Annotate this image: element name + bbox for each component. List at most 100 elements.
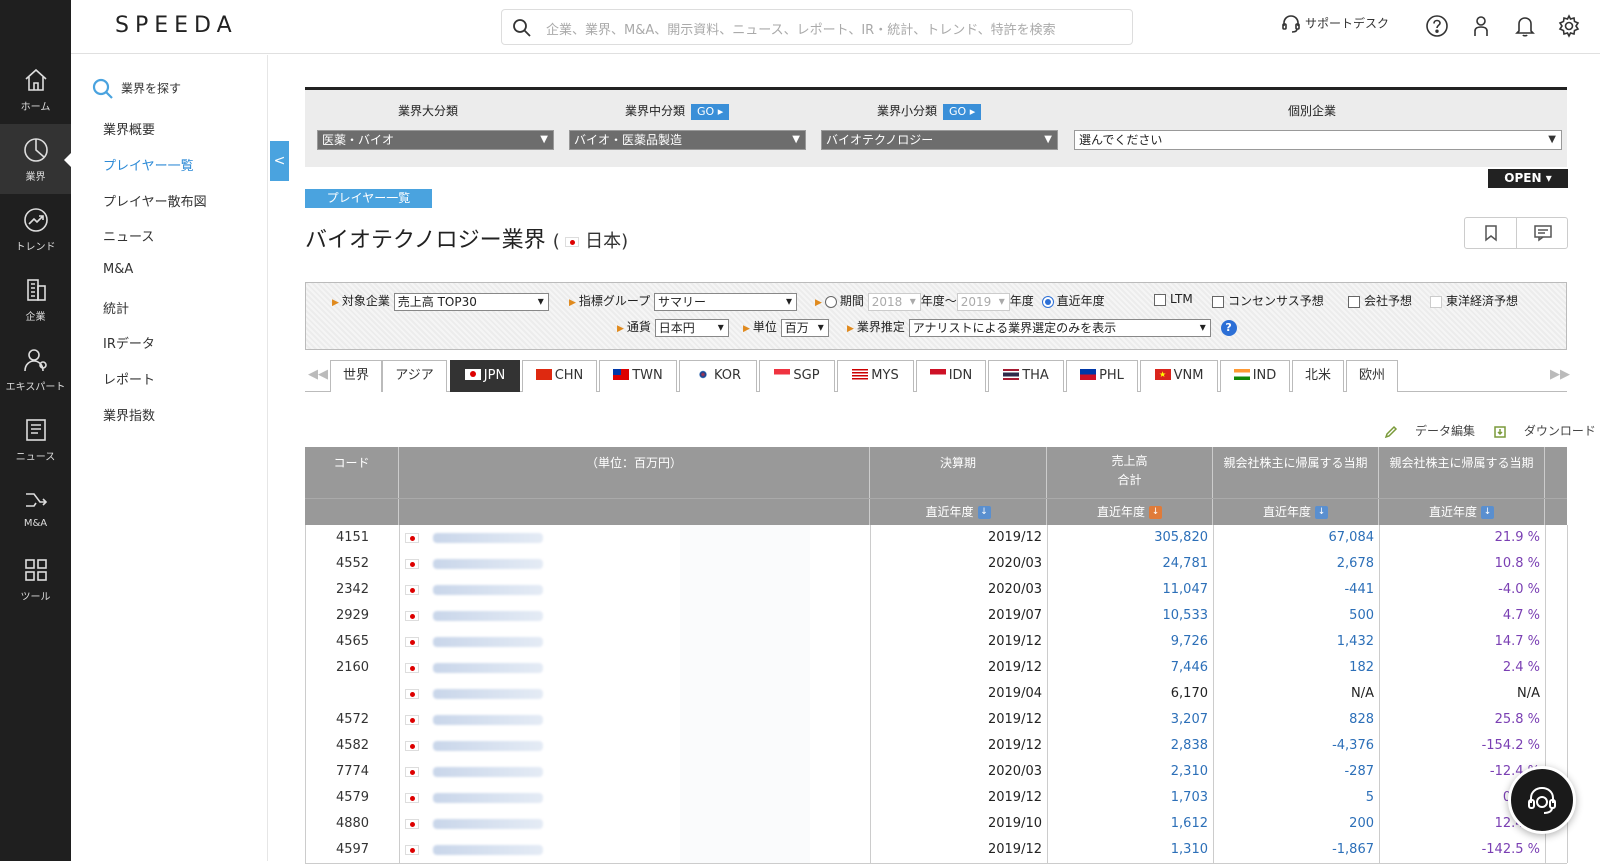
redacted-company-name[interactable] xyxy=(433,636,543,647)
cell-margin[interactable]: 4.7 % xyxy=(1380,603,1546,629)
subnav-item-stats[interactable]: 統計 xyxy=(103,298,129,317)
tab-vnm[interactable]: ★ VNM xyxy=(1140,360,1218,392)
cell-company-name[interactable] xyxy=(400,707,871,733)
table-row[interactable]: 48802019/101,61220012.4 % xyxy=(305,811,1568,838)
table-row[interactable]: 2019/04 6,170 N/A N/A xyxy=(305,681,1568,708)
cell-margin[interactable]: 14.7 % xyxy=(1380,629,1546,655)
cell-net-income[interactable]: -1,867 xyxy=(1214,837,1380,863)
table-row[interactable]: 45792019/121,70350.3 % xyxy=(305,785,1568,812)
cell-sales[interactable]: 6,170 xyxy=(1048,681,1214,707)
cell-margin[interactable]: -4.0 % xyxy=(1380,577,1546,603)
recent-year-radio[interactable] xyxy=(1041,295,1054,308)
subnav-item-ir[interactable]: IRデータ xyxy=(103,333,155,352)
estimate-select[interactable]: アナリストによる業界選定のみを表示 xyxy=(908,318,1211,337)
cell-margin[interactable]: 2.4 % xyxy=(1380,655,1546,681)
cell-sales[interactable]: 24,781 xyxy=(1048,551,1214,577)
cell-sales[interactable]: 1,310 xyxy=(1048,837,1214,863)
redacted-company-name[interactable] xyxy=(433,610,543,621)
cell-net-income[interactable]: 182 xyxy=(1214,655,1380,681)
tab-europe[interactable]: 欧州 xyxy=(1346,360,1398,392)
cell-net-income[interactable]: 828 xyxy=(1214,707,1380,733)
tabs-next-icon[interactable]: ▶▶ xyxy=(1550,367,1570,382)
year-from-select[interactable]: 2018 xyxy=(867,292,921,311)
subnav-item-news[interactable]: ニュース xyxy=(103,226,154,245)
help-icon[interactable] xyxy=(1425,14,1449,38)
cell-sales[interactable]: 3,207 xyxy=(1048,707,1214,733)
rail-item-ma[interactable]: M&A xyxy=(0,474,71,544)
subheader-margin[interactable]: 直近年度 ↓ xyxy=(1379,499,1545,526)
cell-sales[interactable]: 11,047 xyxy=(1048,577,1214,603)
cell-company-name[interactable] xyxy=(400,629,871,655)
cell-company-name[interactable] xyxy=(400,603,871,629)
cell-sales[interactable]: 1,703 xyxy=(1048,785,1214,811)
redacted-company-name[interactable] xyxy=(433,792,543,803)
redacted-company-name[interactable] xyxy=(433,558,543,569)
cell-margin[interactable]: -142.5 % xyxy=(1380,837,1546,863)
company-select[interactable]: 選んでください ▼ xyxy=(1074,130,1562,150)
cell-company-name[interactable] xyxy=(400,837,871,863)
tab-twn[interactable]: TWN xyxy=(599,360,677,392)
cell-sales[interactable]: 1,612 xyxy=(1048,811,1214,837)
cell-net-income[interactable]: -4,376 xyxy=(1214,733,1380,759)
rail-item-company[interactable]: 企業 xyxy=(0,264,71,334)
redacted-company-name[interactable] xyxy=(433,714,543,725)
major-category-select[interactable]: 医薬・バイオ ▼ xyxy=(317,130,554,150)
table-row[interactable]: 2342 2020/03 11,047 -441 -4.0 % xyxy=(305,577,1568,604)
rail-item-industry[interactable]: 業界 xyxy=(0,124,72,194)
tab-kor[interactable]: KOR xyxy=(679,360,757,392)
tab-north-america[interactable]: 北米 xyxy=(1292,360,1344,392)
redacted-company-name[interactable] xyxy=(433,584,543,595)
cell-sales[interactable]: 10,533 xyxy=(1048,603,1214,629)
cell-sales[interactable]: 9,726 xyxy=(1048,629,1214,655)
support-desk-link[interactable]: サポートデスク xyxy=(1281,14,1389,34)
cell-company-name[interactable] xyxy=(400,551,871,577)
cell-margin[interactable]: 25.8 % xyxy=(1380,707,1546,733)
cell-net-income[interactable]: 1,432 xyxy=(1214,629,1380,655)
rail-item-tools[interactable]: ツール xyxy=(0,544,71,614)
gear-icon[interactable] xyxy=(1557,14,1581,38)
cell-company-name[interactable] xyxy=(400,811,871,837)
sort-down-icon[interactable]: ↓ xyxy=(1315,506,1328,519)
table-row[interactable]: 4597 2019/12 1,310 -1,867 -142.5 % xyxy=(305,837,1568,864)
company-forecast-checkbox[interactable] xyxy=(1348,295,1360,308)
tabs-prev-icon[interactable]: ◀◀ xyxy=(308,367,328,382)
chat-support-button[interactable] xyxy=(1508,766,1576,834)
subnav-item-ma[interactable]: M&A xyxy=(103,262,133,277)
indicator-group-select[interactable]: サマリー xyxy=(654,292,798,311)
help-icon[interactable]: ? xyxy=(1220,320,1237,336)
redacted-company-name[interactable] xyxy=(433,662,543,673)
currency-select[interactable]: 日本円 xyxy=(654,318,729,337)
tab-asia[interactable]: アジア xyxy=(382,360,447,392)
cell-company-name[interactable] xyxy=(400,759,871,785)
subnav-item-overview[interactable]: 業界概要 xyxy=(103,119,155,138)
download-link[interactable]: ダウンロード xyxy=(1493,424,1596,438)
mid-category-select[interactable]: バイオ・医薬品製造 ▼ xyxy=(569,130,806,150)
cell-sales[interactable]: 305,820 xyxy=(1048,525,1214,551)
redacted-company-name[interactable] xyxy=(433,844,543,855)
subnav-item-players[interactable]: プレイヤー一覧 xyxy=(103,155,194,174)
cell-sales[interactable]: 7,446 xyxy=(1048,655,1214,681)
sort-down-icon[interactable]: ↓ xyxy=(1149,506,1162,519)
redacted-company-name[interactable] xyxy=(433,532,543,543)
comment-icon[interactable] xyxy=(1533,224,1553,242)
cell-company-name[interactable] xyxy=(400,733,871,759)
tab-jpn[interactable]: JPN xyxy=(450,360,520,392)
rail-item-home[interactable]: ホーム xyxy=(0,54,71,124)
col-net-income-header[interactable]: 親会社株主に帰属する当期 xyxy=(1213,447,1379,498)
cell-net-income[interactable]: N/A xyxy=(1214,681,1380,707)
col-code-header[interactable]: コード xyxy=(305,447,399,498)
cell-company-name[interactable] xyxy=(400,525,871,551)
consensus-checkbox[interactable] xyxy=(1212,295,1224,308)
tab-ind[interactable]: IND xyxy=(1220,360,1290,392)
subnav-title[interactable]: 業界を探す xyxy=(91,77,181,101)
cell-margin[interactable]: N/A xyxy=(1380,681,1546,707)
cell-net-income[interactable]: 67,084 xyxy=(1214,525,1380,551)
tab-idn[interactable]: IDN xyxy=(916,360,986,392)
col-period-header[interactable]: 決算期 xyxy=(870,447,1047,498)
data-edit-link[interactable]: データ編集 xyxy=(1384,424,1475,438)
redacted-company-name[interactable] xyxy=(433,818,543,829)
ltm-checkbox[interactable] xyxy=(1154,293,1166,306)
table-row[interactable]: 7774 2020/03 2,310 -287 -12.4 % xyxy=(305,759,1568,786)
period-radio[interactable] xyxy=(824,295,837,308)
cell-company-name[interactable] xyxy=(400,785,871,811)
